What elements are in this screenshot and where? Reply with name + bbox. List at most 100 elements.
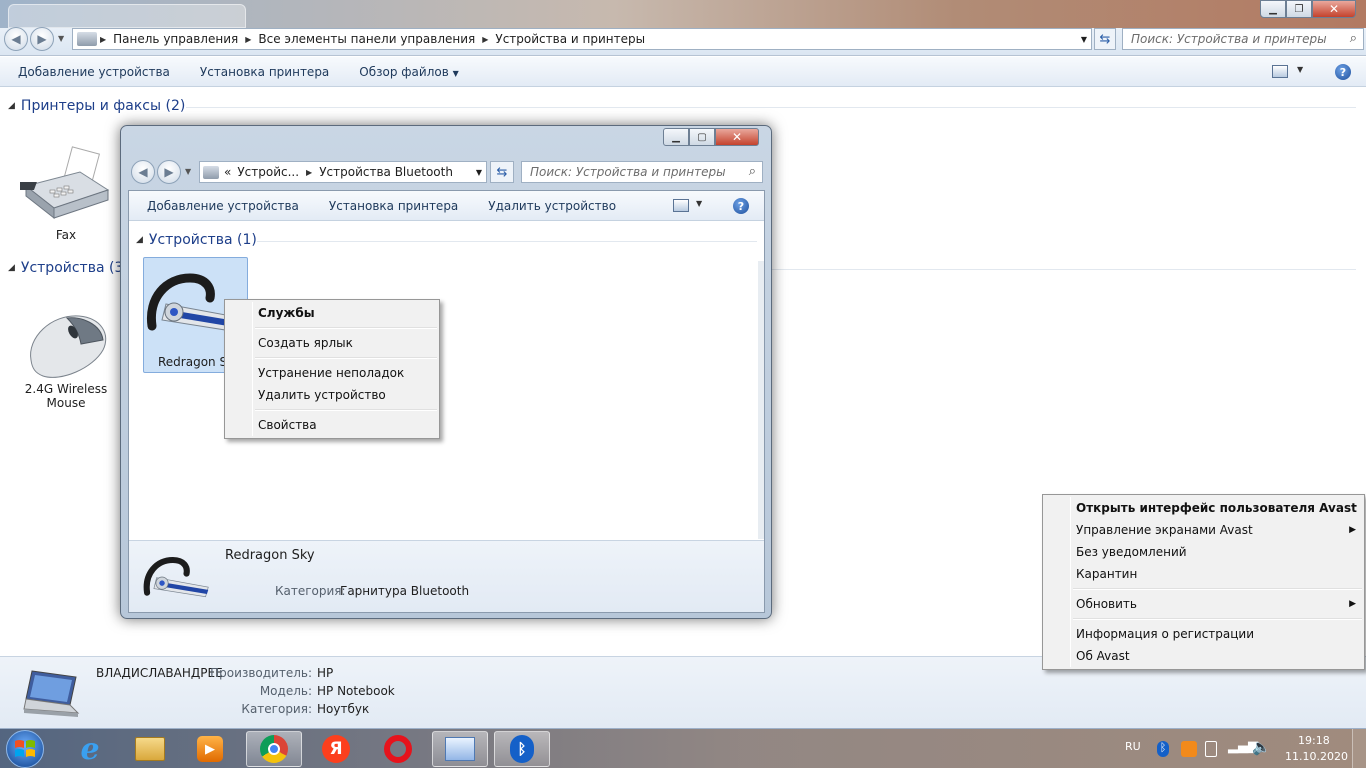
category-value: Ноутбук (317, 702, 370, 716)
breadcrumb-control-panel[interactable]: Панель управления (109, 32, 242, 46)
bluetooth-icon: ᛒ (510, 735, 534, 763)
help-icon[interactable]: ? (733, 198, 749, 214)
search-icon[interactable]: ⌕ (1350, 31, 1357, 46)
taskbar-opera[interactable] (370, 731, 426, 767)
restore-button[interactable]: ❐ (1286, 0, 1312, 18)
device-mouse[interactable]: 2.4G Wireless Mouse (14, 310, 118, 410)
remove-device-button[interactable]: Удалить устройство (473, 199, 631, 213)
menu-separator (225, 354, 439, 362)
group-header-devices[interactable]: ◢ Устройства (1) (136, 232, 257, 248)
clock-date[interactable]: 11.10.2020 (1285, 750, 1348, 763)
category-label: Категория: (275, 584, 346, 598)
taskbar-chrome[interactable] (246, 731, 302, 767)
minimize-button[interactable]: ▁ (1260, 0, 1286, 18)
opera-icon (384, 735, 412, 763)
taskbar-yandex[interactable]: Я (308, 731, 364, 767)
close-button[interactable]: ✕ (715, 128, 759, 146)
forward-icon[interactable]: ▶ (157, 160, 181, 184)
mouse-icon (30, 315, 107, 378)
search-icon[interactable]: ⌕ (749, 164, 756, 179)
breadcrumb-bluetooth-devices[interactable]: Устройства Bluetooth (315, 165, 457, 179)
menu-item-quarantine[interactable]: Карантин (1043, 563, 1364, 585)
submenu-arrow-icon: ▶ (1349, 599, 1356, 609)
taskbar-bluetooth[interactable]: ᛒ (494, 731, 550, 767)
taskbar-ie[interactable]: e (62, 731, 118, 767)
browse-files-button[interactable]: Обзор файлов ▼ (344, 65, 473, 79)
forward-icon[interactable]: ▶ (30, 27, 54, 51)
group-divider (770, 269, 1356, 270)
control-panel-icon (77, 32, 97, 46)
add-printer-button[interactable]: Установка принтера (185, 65, 344, 79)
group-header-printers[interactable]: ◢ Принтеры и факсы (2) (8, 98, 185, 114)
menu-item-registration-info[interactable]: Информация о регистрации (1043, 623, 1364, 645)
address-dropdown-icon[interactable]: ▼ (476, 168, 482, 177)
back-icon[interactable]: ◀ (4, 27, 28, 51)
collapse-icon[interactable]: ◢ (8, 101, 15, 111)
menu-item-about-avast[interactable]: Об Avast (1043, 645, 1364, 667)
start-orb[interactable] (6, 730, 44, 768)
menu-item-remove-device[interactable]: Удалить устройство (225, 384, 439, 406)
taskbar-media-player[interactable]: ▶ (182, 731, 238, 767)
menu-item-silent-mode[interactable]: Без уведомлений (1043, 541, 1364, 563)
clock-time[interactable]: 19:18 (1298, 734, 1330, 747)
search-input[interactable]: Поиск: Устройства и принтеры ⌕ (1122, 28, 1364, 50)
group-header-devices[interactable]: ◢ Устройства (3) (8, 260, 129, 276)
menu-separator (1043, 615, 1364, 623)
address-bar[interactable]: ▶ Панель управления ▶ Все элементы панел… (72, 28, 1092, 50)
taskbar-control-panel[interactable] (432, 731, 488, 767)
menu-item-manage-shields[interactable]: Управление экранами Avast ▶ (1043, 519, 1364, 541)
breadcrumb-all-items[interactable]: Все элементы панели управления (254, 32, 479, 46)
taskbar-explorer[interactable] (122, 731, 178, 767)
view-dropdown-icon[interactable]: ▼ (1297, 65, 1303, 74)
bluetooth-icon[interactable]: ᛒ (1157, 741, 1169, 757)
menu-item-properties[interactable]: Свойства (225, 414, 439, 436)
breadcrumb-separator: ▶ (482, 34, 489, 44)
recent-pages-chevron-icon[interactable]: ▼ (185, 167, 191, 176)
windows-logo-icon (15, 740, 35, 757)
menu-item-services[interactable]: Службы (225, 302, 439, 324)
minimize-button[interactable]: ▁ (663, 128, 689, 146)
navigation-bar: ◀ ▶ ▼ ▶ Панель управления ▶ Все элементы… (0, 27, 1366, 56)
chevron-down-icon: ▼ (452, 68, 459, 78)
breadcrumb-devices[interactable]: Устройс... (233, 165, 303, 179)
avast-icon[interactable] (1181, 741, 1197, 757)
command-bar: Добавление устройства Установка принтера… (129, 191, 764, 221)
show-desktop-button[interactable] (1352, 729, 1366, 768)
group-title: Принтеры и факсы (2) (20, 98, 186, 114)
refresh-icon[interactable]: ⇆ (490, 161, 514, 183)
add-device-button[interactable]: Добавление устройства (129, 199, 314, 213)
refresh-icon[interactable]: ⇆ (1094, 28, 1116, 50)
collapse-icon[interactable]: ◢ (136, 235, 143, 245)
group-divider (186, 107, 1356, 108)
menu-item-update[interactable]: Обновить ▶ (1043, 593, 1364, 615)
menu-item-open-avast[interactable]: Открыть интерфейс пользователя Avast (1043, 497, 1364, 519)
add-printer-button[interactable]: Установка принтера (314, 199, 473, 213)
back-icon[interactable]: ◀ (131, 160, 155, 184)
volume-icon[interactable]: 🔈 (1252, 738, 1271, 756)
add-device-button[interactable]: Добавление устройства (0, 65, 185, 79)
yandex-icon: Я (322, 735, 350, 763)
model-label: Модель: (259, 684, 312, 698)
device-context-menu: Службы Создать ярлык Устранение неполадо… (224, 299, 440, 439)
menu-item-create-shortcut[interactable]: Создать ярлык (225, 332, 439, 354)
view-options-icon[interactable] (1272, 65, 1288, 78)
recent-pages-chevron-icon[interactable]: ▼ (58, 34, 64, 43)
menu-item-label: Обновить (1076, 597, 1137, 611)
view-dropdown-icon[interactable]: ▼ (696, 199, 702, 208)
menu-item-troubleshoot[interactable]: Устранение неполадок (225, 362, 439, 384)
help-icon[interactable]: ? (1335, 64, 1351, 80)
close-button[interactable]: ✕ (1312, 0, 1356, 18)
breadcrumb-devices-printers[interactable]: Устройства и принтеры (491, 32, 649, 46)
address-bar[interactable]: « Устройс... ▶ Устройства Bluetooth ▼ (199, 161, 487, 183)
maximize-button[interactable]: ▢ (689, 128, 715, 146)
address-dropdown-icon[interactable]: ▼ (1081, 35, 1087, 44)
scrollbar[interactable] (758, 261, 764, 539)
view-options-icon[interactable] (673, 199, 689, 212)
breadcrumb-overflow[interactable]: « (219, 165, 233, 179)
collapse-icon[interactable]: ◢ (8, 263, 15, 273)
search-input[interactable]: Поиск: Устройства и принтеры ⌕ (521, 161, 763, 183)
battery-icon[interactable] (1205, 741, 1217, 757)
laptop-icon (23, 670, 80, 717)
device-fax[interactable]: Fax (14, 146, 118, 242)
language-indicator[interactable]: RU (1125, 740, 1141, 753)
